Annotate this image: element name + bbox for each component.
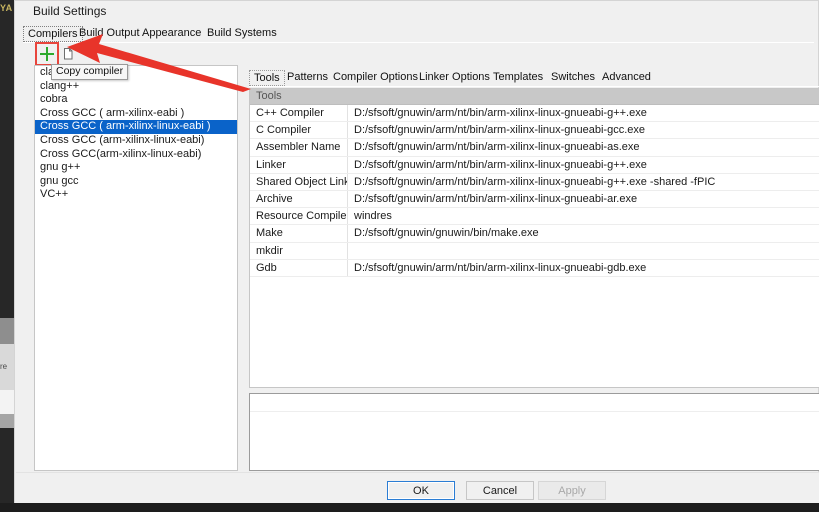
ok-button[interactable]: OK (387, 481, 455, 500)
plus-icon-bar (40, 53, 54, 55)
tool-name: Gdb (250, 259, 348, 276)
editor-panel-strip-c (0, 390, 15, 414)
tab-switches[interactable]: Switches (547, 70, 599, 86)
table-row[interactable]: Assembler Name D:/sfsoft/gnuwin/arm/nt/b… (250, 139, 819, 157)
list-item[interactable]: Cross GCC ( arm-xilinx-eabi ) (35, 107, 237, 121)
tool-name: Linker (250, 156, 348, 173)
list-item[interactable]: Cross GCC (arm-xilinx-linux-eabi) (35, 134, 237, 148)
tool-value[interactable]: windres (348, 208, 819, 224)
compiler-toolbar (35, 42, 157, 66)
tool-value[interactable]: D:/sfsoft/gnuwin/arm/nt/bin/arm-xilinx-l… (348, 260, 819, 276)
copy-icon (64, 48, 73, 60)
inner-tab-underline (249, 86, 819, 87)
tool-value[interactable]: D:/sfsoft/gnuwin/arm/nt/bin/arm-xilinx-l… (348, 105, 819, 121)
tool-name: Archive (250, 190, 348, 208)
tab-tools[interactable]: Tools (249, 70, 285, 86)
editor-sidebar (0, 0, 14, 512)
tool-name: Shared Object Linker (250, 173, 348, 190)
search-compiler-button[interactable] (81, 45, 101, 63)
list-item[interactable]: cobra (35, 93, 237, 107)
list-item[interactable]: VC++ (35, 188, 237, 202)
tool-name: Make (250, 225, 348, 242)
search-icon (85, 47, 97, 60)
tool-name: Resource Compiler (250, 208, 348, 225)
editor-panel-text: re (0, 362, 8, 371)
list-item[interactable]: gnu gcc (35, 175, 237, 189)
tab-templates[interactable]: Templates (489, 70, 547, 86)
tools-table: Tools C++ Compiler D:/sfsoft/gnuwin/arm/… (249, 88, 819, 388)
tool-name: C Compiler (250, 122, 348, 139)
copy-compiler-tooltip: Copy compiler (51, 64, 129, 80)
editor-panel-strip-d (0, 414, 15, 428)
inner-tab-bar: Tools Patterns Compiler Options Linker O… (249, 70, 819, 86)
tool-value[interactable]: D:/sfsoft/gnuwin/gnuwin/bin/make.exe (348, 225, 819, 241)
tab-linker-options[interactable]: Linker Options (415, 70, 494, 86)
tool-name: C++ Compiler (250, 105, 348, 122)
tool-value[interactable]: D:/sfsoft/gnuwin/arm/nt/bin/arm-xilinx-l… (348, 122, 819, 138)
description-header-strip (250, 394, 819, 412)
table-row[interactable]: C Compiler D:/sfsoft/gnuwin/arm/nt/bin/a… (250, 122, 819, 140)
tab-compilers[interactable]: Compilers (23, 26, 83, 42)
table-row[interactable]: Linker D:/sfsoft/gnuwin/arm/nt/bin/arm-x… (250, 156, 819, 174)
tool-value[interactable]: D:/sfsoft/gnuwin/arm/nt/bin/arm-xilinx-l… (348, 139, 819, 155)
tool-value[interactable]: D:/sfsoft/gnuwin/arm/nt/bin/arm-xilinx-l… (348, 157, 819, 173)
outer-tab-underline (23, 42, 814, 43)
table-row[interactable]: Make D:/sfsoft/gnuwin/gnuwin/bin/make.ex… (250, 225, 819, 243)
apply-button: Apply (538, 481, 606, 500)
tool-value[interactable]: D:/sfsoft/gnuwin/arm/nt/bin/arm-xilinx-l… (348, 174, 819, 190)
table-row[interactable]: Shared Object Linker D:/sfsoft/gnuwin/ar… (250, 173, 819, 191)
tool-name: mkdir (250, 242, 348, 259)
tools-table-header: Tools (250, 89, 819, 105)
tab-build-systems[interactable]: Build Systems (203, 26, 281, 42)
dialog-footer: OK Cancel Apply (16, 472, 819, 505)
table-row[interactable]: Archive D:/sfsoft/gnuwin/arm/nt/bin/arm-… (250, 190, 819, 209)
tool-name: Assembler Name (250, 139, 348, 156)
outer-tab-bar: Compilers Build Output Appearance Build … (23, 26, 813, 42)
cancel-button[interactable]: Cancel (466, 481, 534, 500)
window-bottom-bar (0, 503, 819, 512)
tab-patterns[interactable]: Patterns (283, 70, 332, 86)
list-item-selected[interactable]: Cross GCC ( arm-xilinx-linux-eabi ) (35, 120, 237, 134)
tool-value[interactable]: D:/sfsoft/gnuwin/arm/nt/bin/arm-xilinx-l… (348, 191, 819, 207)
list-item[interactable]: gnu g++ (35, 161, 237, 175)
add-compiler-button[interactable] (35, 42, 59, 66)
table-row[interactable]: Gdb D:/sfsoft/gnuwin/arm/nt/bin/arm-xili… (250, 259, 819, 277)
table-row[interactable]: mkdir (250, 242, 819, 260)
build-settings-dialog: Build Settings Compilers Build Output Ap… (14, 0, 819, 505)
copy-compiler-button[interactable] (59, 45, 79, 63)
tool-value[interactable] (348, 243, 819, 259)
description-box[interactable] (249, 393, 819, 471)
tab-compiler-options[interactable]: Compiler Options (329, 70, 422, 86)
dialog-title: Build Settings (33, 4, 107, 18)
list-item[interactable]: Cross GCC(arm-xilinx-linux-eabi) (35, 148, 237, 162)
table-row[interactable]: C++ Compiler D:/sfsoft/gnuwin/arm/nt/bin… (250, 105, 819, 123)
editor-panel-strip-a (0, 318, 15, 344)
table-row[interactable]: Resource Compiler windres (250, 208, 819, 226)
tab-advanced[interactable]: Advanced (598, 70, 655, 86)
compiler-list[interactable]: clang clang++ cobra Cross GCC ( arm-xili… (34, 65, 238, 471)
list-item[interactable]: clang++ (35, 80, 237, 94)
tab-build-output-appearance[interactable]: Build Output Appearance (75, 26, 205, 42)
